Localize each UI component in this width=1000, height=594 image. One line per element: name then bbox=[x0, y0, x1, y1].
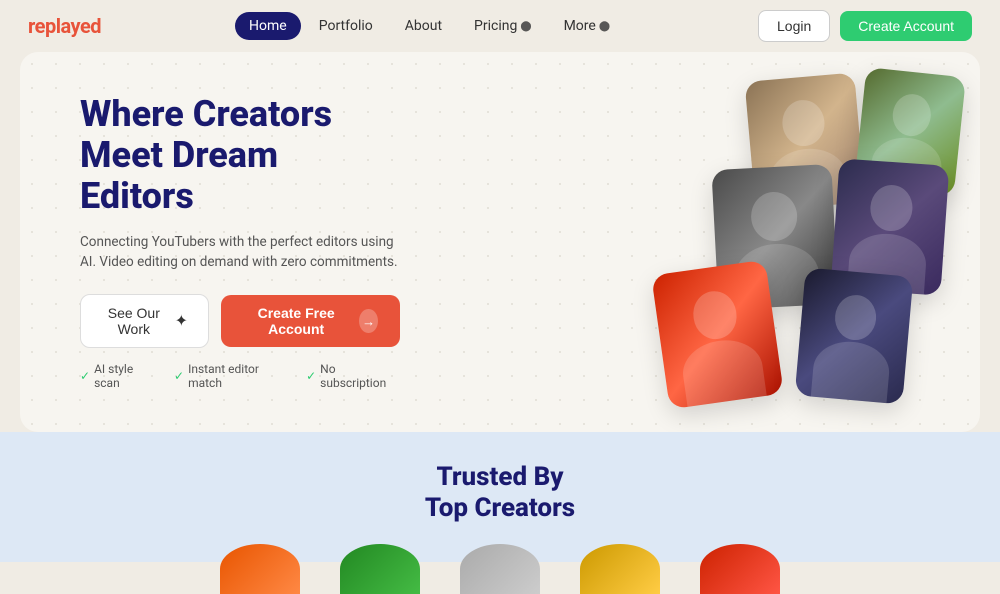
arrow-icon: → bbox=[359, 309, 378, 333]
check-icon-1: ✓ bbox=[80, 369, 90, 383]
creator-avatar-3 bbox=[460, 544, 540, 594]
feature-no-subscription: ✓ No subscription bbox=[306, 362, 400, 390]
hero-section: Where Creators Meet Dream Editors Connec… bbox=[20, 52, 980, 432]
trusted-section: Trusted ByTop Creators bbox=[0, 432, 1000, 562]
creator-avatar-2 bbox=[340, 544, 420, 594]
feature-ai-scan: ✓ AI style scan bbox=[80, 362, 158, 390]
hero-buttons: See Our Work ✦ Create Free Account → bbox=[80, 294, 400, 348]
see-our-work-button[interactable]: See Our Work ✦ bbox=[80, 294, 209, 348]
creator-avatar-1 bbox=[220, 544, 300, 594]
creator-photo-6 bbox=[795, 268, 914, 405]
create-account-button[interactable]: Create Account bbox=[840, 11, 972, 41]
nav-actions: Login Create Account bbox=[758, 10, 972, 42]
star-icon: ✦ bbox=[175, 311, 188, 331]
hero-content: Where Creators Meet Dream Editors Connec… bbox=[20, 94, 460, 391]
person-head-4 bbox=[869, 184, 914, 232]
create-free-account-button[interactable]: Create Free Account → bbox=[221, 295, 400, 347]
navigation: replayed Home Portfolio About Pricing ⬤ … bbox=[0, 0, 1000, 52]
check-icon-3: ✓ bbox=[306, 369, 316, 383]
person-body-6 bbox=[811, 339, 891, 403]
hero-title: Where Creators Meet Dream Editors bbox=[80, 94, 400, 218]
feature-editor-match: ✓ Instant editor match bbox=[174, 362, 290, 390]
logo: replayed bbox=[28, 14, 101, 38]
nav-home[interactable]: Home bbox=[235, 12, 301, 40]
photo-collage bbox=[620, 67, 960, 417]
hero-features: ✓ AI style scan ✓ Instant editor match ✓… bbox=[80, 362, 400, 390]
login-button[interactable]: Login bbox=[758, 10, 830, 42]
trusted-title: Trusted ByTop Creators bbox=[20, 462, 980, 524]
nav-about[interactable]: About bbox=[391, 12, 456, 40]
creator-avatar-4 bbox=[580, 544, 660, 594]
nav-links: Home Portfolio About Pricing ⬤ More ⬤ bbox=[235, 12, 624, 40]
creator-photo-5 bbox=[651, 260, 784, 410]
nav-portfolio[interactable]: Portfolio bbox=[305, 12, 387, 40]
person-body-5 bbox=[679, 336, 767, 407]
person-head-2 bbox=[891, 92, 933, 138]
person-head-3 bbox=[750, 191, 798, 242]
nav-pricing[interactable]: Pricing ⬤ bbox=[460, 12, 546, 40]
check-icon-2: ✓ bbox=[174, 369, 184, 383]
pricing-chevron-icon: ⬤ bbox=[520, 21, 531, 32]
creator-avatars bbox=[20, 544, 980, 594]
person-head-1 bbox=[781, 99, 827, 148]
person-head-5 bbox=[690, 289, 740, 342]
hero-subtitle: Connecting YouTubers with the perfect ed… bbox=[80, 232, 400, 273]
more-chevron-icon: ⬤ bbox=[599, 21, 610, 32]
creator-avatar-5 bbox=[700, 544, 780, 594]
person-head-6 bbox=[833, 293, 878, 341]
nav-more[interactable]: More ⬤ bbox=[550, 12, 624, 40]
